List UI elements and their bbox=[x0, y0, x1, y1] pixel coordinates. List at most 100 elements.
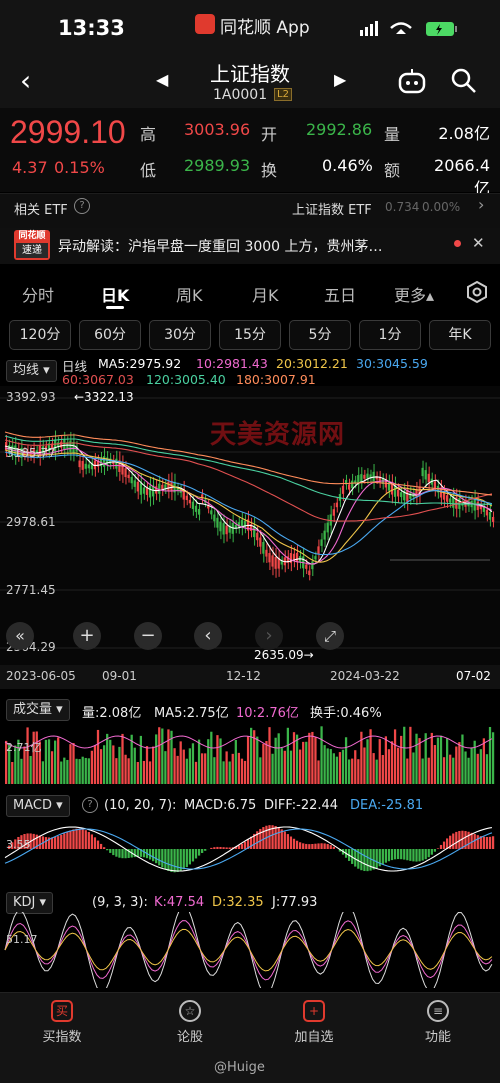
nav-functions[interactable]: ≡ 功能 bbox=[398, 1000, 478, 1045]
indicator-selector[interactable]: 均线 ▾ bbox=[6, 360, 57, 382]
volume-bar bbox=[88, 758, 90, 784]
macd-bar bbox=[79, 829, 81, 849]
period-120min[interactable]: 120分 bbox=[9, 320, 71, 350]
volume-ma5: MA5:2.75亿 bbox=[154, 702, 229, 721]
kdj-selector[interactable]: KDJ ▾ bbox=[6, 892, 53, 914]
volume-bar bbox=[238, 753, 240, 784]
candle bbox=[79, 461, 81, 468]
volume-bar bbox=[477, 754, 479, 784]
volume-bar bbox=[412, 752, 414, 784]
tab-five-day[interactable]: 五日 bbox=[324, 282, 356, 306]
volume-bar bbox=[42, 761, 44, 784]
period-year-k[interactable]: 年K bbox=[429, 320, 491, 350]
candle bbox=[351, 481, 353, 489]
close-icon[interactable]: ✕ bbox=[472, 234, 485, 252]
candle bbox=[360, 474, 362, 482]
macd-bar bbox=[57, 836, 59, 849]
nav-buy-index[interactable]: 买 买指数 bbox=[22, 1000, 102, 1045]
volume-bar bbox=[97, 730, 99, 784]
macd-bar bbox=[94, 837, 96, 849]
fullscreen-button[interactable]: ⤢ bbox=[316, 622, 344, 650]
volume-chart[interactable] bbox=[0, 722, 500, 784]
scroll-right-button[interactable]: › bbox=[255, 622, 283, 650]
search-icon[interactable] bbox=[450, 67, 478, 95]
macd-selector[interactable]: MACD ▾ bbox=[6, 795, 70, 817]
macd-bar bbox=[82, 829, 84, 849]
volume-bar bbox=[140, 736, 142, 784]
period-15min[interactable]: 15分 bbox=[219, 320, 281, 350]
volume-bar bbox=[455, 747, 457, 784]
macd-bar bbox=[373, 849, 375, 870]
period-60min[interactable]: 60分 bbox=[79, 320, 141, 350]
candle bbox=[115, 459, 117, 469]
macd-bar bbox=[143, 849, 145, 857]
macd-bar bbox=[106, 849, 108, 850]
volume-bar bbox=[336, 757, 338, 784]
volume-bar bbox=[207, 739, 209, 784]
scroll-start-button[interactable]: « bbox=[6, 622, 34, 650]
volume-bar bbox=[183, 750, 185, 784]
scroll-left-button[interactable]: ‹ bbox=[194, 622, 222, 650]
volume-bar bbox=[229, 761, 231, 784]
settings-icon[interactable] bbox=[465, 280, 489, 304]
next-stock-icon[interactable]: ▶ bbox=[334, 70, 346, 89]
price-change: 4.37 bbox=[12, 158, 48, 177]
volume-label: 量 bbox=[384, 121, 400, 145]
zoom-in-button[interactable]: + bbox=[73, 622, 101, 650]
volume-value-label: 量:2.08亿 bbox=[82, 702, 141, 721]
macd-bar bbox=[324, 843, 326, 849]
macd-bar bbox=[455, 832, 457, 849]
macd-bar bbox=[437, 848, 439, 849]
candle bbox=[406, 490, 408, 502]
max-marker: ←3322.13 bbox=[74, 390, 134, 404]
volume-selector[interactable]: 成交量 ▾ bbox=[6, 699, 70, 721]
macd-bar bbox=[305, 844, 307, 849]
etf-name: 上证指数 ETF bbox=[292, 199, 372, 218]
macd-bars bbox=[8, 825, 494, 872]
tab-week-k[interactable]: 周K bbox=[176, 282, 203, 306]
macd-bar bbox=[149, 849, 151, 859]
macd-help-icon[interactable]: ? bbox=[82, 797, 98, 813]
tab-day-k[interactable]: 日K bbox=[101, 282, 129, 306]
volume-bar bbox=[345, 737, 347, 784]
period-1min[interactable]: 1分 bbox=[359, 320, 421, 350]
volume-bar bbox=[158, 727, 160, 784]
macd-bar bbox=[112, 849, 114, 855]
macd-value: MACD:6.75 bbox=[184, 798, 256, 813]
low-value: 2989.93 bbox=[184, 156, 250, 175]
nav-add-watchlist[interactable]: + 加自选 bbox=[274, 1000, 354, 1045]
tab-month-k[interactable]: 月K bbox=[252, 282, 279, 306]
nav-functions-label: 功能 bbox=[398, 1026, 478, 1045]
volume-bar bbox=[406, 759, 408, 784]
app-logo-icon bbox=[195, 14, 215, 34]
volume-bar bbox=[75, 759, 77, 784]
volume-bar bbox=[354, 750, 356, 784]
high-label: 高 bbox=[140, 121, 156, 145]
volume-bar bbox=[195, 762, 197, 784]
tab-fenshi[interactable]: 分时 bbox=[22, 282, 54, 306]
volume-bar bbox=[137, 762, 139, 784]
kdj-selector-label: KDJ bbox=[13, 895, 35, 910]
candle bbox=[425, 470, 427, 479]
macd-bar bbox=[51, 837, 53, 849]
tab-more[interactable]: 更多▴ bbox=[394, 282, 434, 306]
kdj-chart[interactable] bbox=[0, 912, 500, 988]
zoom-out-button[interactable]: − bbox=[134, 622, 162, 650]
volume-bar bbox=[400, 736, 402, 784]
volume-bar bbox=[45, 740, 47, 784]
period-5min[interactable]: 5分 bbox=[289, 320, 351, 350]
macd-chart[interactable] bbox=[0, 816, 500, 882]
footer-watermark: @Huige bbox=[214, 1060, 265, 1075]
candle bbox=[195, 506, 197, 512]
help-icon[interactable]: ? bbox=[74, 198, 90, 214]
robot-icon[interactable] bbox=[396, 66, 428, 94]
nav-discuss[interactable]: ☆ 论股 bbox=[150, 1000, 230, 1045]
volume-bar bbox=[394, 729, 396, 784]
period-30min[interactable]: 30分 bbox=[149, 320, 211, 350]
macd-bar bbox=[492, 836, 494, 849]
candle bbox=[143, 487, 145, 493]
volume-bar bbox=[186, 759, 188, 784]
chevron-right-icon[interactable]: › bbox=[478, 195, 484, 214]
candle bbox=[428, 474, 430, 482]
macd-bar bbox=[443, 842, 445, 849]
